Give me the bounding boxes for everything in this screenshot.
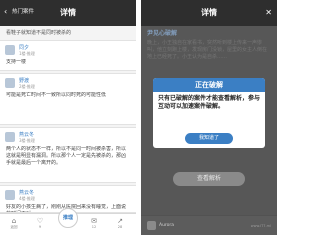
tab-label: 返回 (10, 225, 18, 229)
tab-comment[interactable]: ✉ 12 (84, 217, 104, 230)
floor-tag: 4楼·推理 (19, 196, 35, 201)
post-text: 两个人的状态不一样，所以不是同一时间被杀害，所以这就是明显有漏洞。所以那个人一定… (6, 146, 127, 166)
list-item[interactable]: 野渡 2楼·推理 可能是死亡时间不一致所以同时死的可能性低 (0, 73, 136, 125)
tab-like[interactable]: ♡ 9 (30, 217, 50, 230)
page-title: 详情 (60, 8, 76, 17)
comment-icon: ✉ (91, 217, 97, 225)
tab-label: 9 (38, 225, 42, 229)
tab-label: 12 (91, 225, 97, 229)
left-screen: ‹ 热门案件 详情 看鞋子就知道不是同时被杀的 同夕 1楼·推理 支持一楼 野渡… (0, 0, 136, 235)
tab-share[interactable]: ↗ 28 (110, 217, 130, 230)
share-icon: ↗ (117, 217, 123, 225)
avatar[interactable] (5, 78, 15, 88)
footer-username: Aurora (159, 223, 175, 228)
view-analysis-button[interactable]: 查看解析 (173, 172, 245, 186)
avatar[interactable] (5, 190, 15, 200)
page-title: 详情 (201, 8, 217, 17)
post-text: 可能是死亡时间不一致所以同时死的可能性低 (6, 92, 107, 98)
home-icon: ⌂ (11, 217, 17, 225)
left-header: ‹ 热门案件 详情 (0, 0, 136, 26)
floor-tag: 1楼·推理 (19, 51, 35, 56)
question-text: 看鞋子就知道不是同时被杀的 (6, 30, 72, 36)
dialog-title: 正在破解 (153, 78, 265, 92)
got-it-button[interactable]: 我知道了 (185, 133, 233, 144)
post-text: 支持一楼 (6, 59, 27, 65)
avatar[interactable] (147, 221, 156, 230)
dialog-body: 只有已破解的案件才能查看解析，参与互动可以加速案件破解。 (158, 95, 260, 111)
watermark: www.IT7.ml (250, 224, 271, 228)
close-icon[interactable]: ✕ (265, 7, 272, 18)
right-screen: 详情 ✕ 尹见心破解 晚上，小王独自在家看书，突然听到楼上传来一声惨叫，他立刻跑… (141, 0, 277, 235)
reason-button[interactable]: 推理 (58, 208, 78, 228)
avatar[interactable] (5, 45, 15, 55)
right-footer: Aurora www.IT7.ml (141, 215, 277, 235)
list-item[interactable]: 同夕 1楼·推理 支持一楼 (0, 40, 136, 71)
tab-label: 28 (117, 225, 123, 229)
dialog-message: 只有已破解的案件才能查看解析，参与互动可以加速案件破解。 (158, 95, 261, 110)
right-header: 详情 ✕ (141, 0, 277, 26)
heart-icon: ♡ (36, 217, 44, 225)
avatar[interactable] (5, 132, 15, 142)
cracking-dialog: 正在破解 只有已破解的案件才能查看解析，参与互动可以加速案件破解。 我知道了 (153, 78, 265, 148)
list-item[interactable]: 燕云冬 3楼·推理 两个人的状态不一样，所以不是同一时间被杀害，所以这就是明显有… (0, 127, 136, 183)
tab-home[interactable]: ⌂ 返回 (4, 217, 24, 230)
floor-tag: 2楼·推理 (19, 84, 35, 89)
bottom-toolbar: ⌂ 返回 ♡ 9 推理 ✉ 12 ↗ 28 (0, 208, 136, 235)
floor-tag: 3楼·推理 (19, 138, 35, 143)
